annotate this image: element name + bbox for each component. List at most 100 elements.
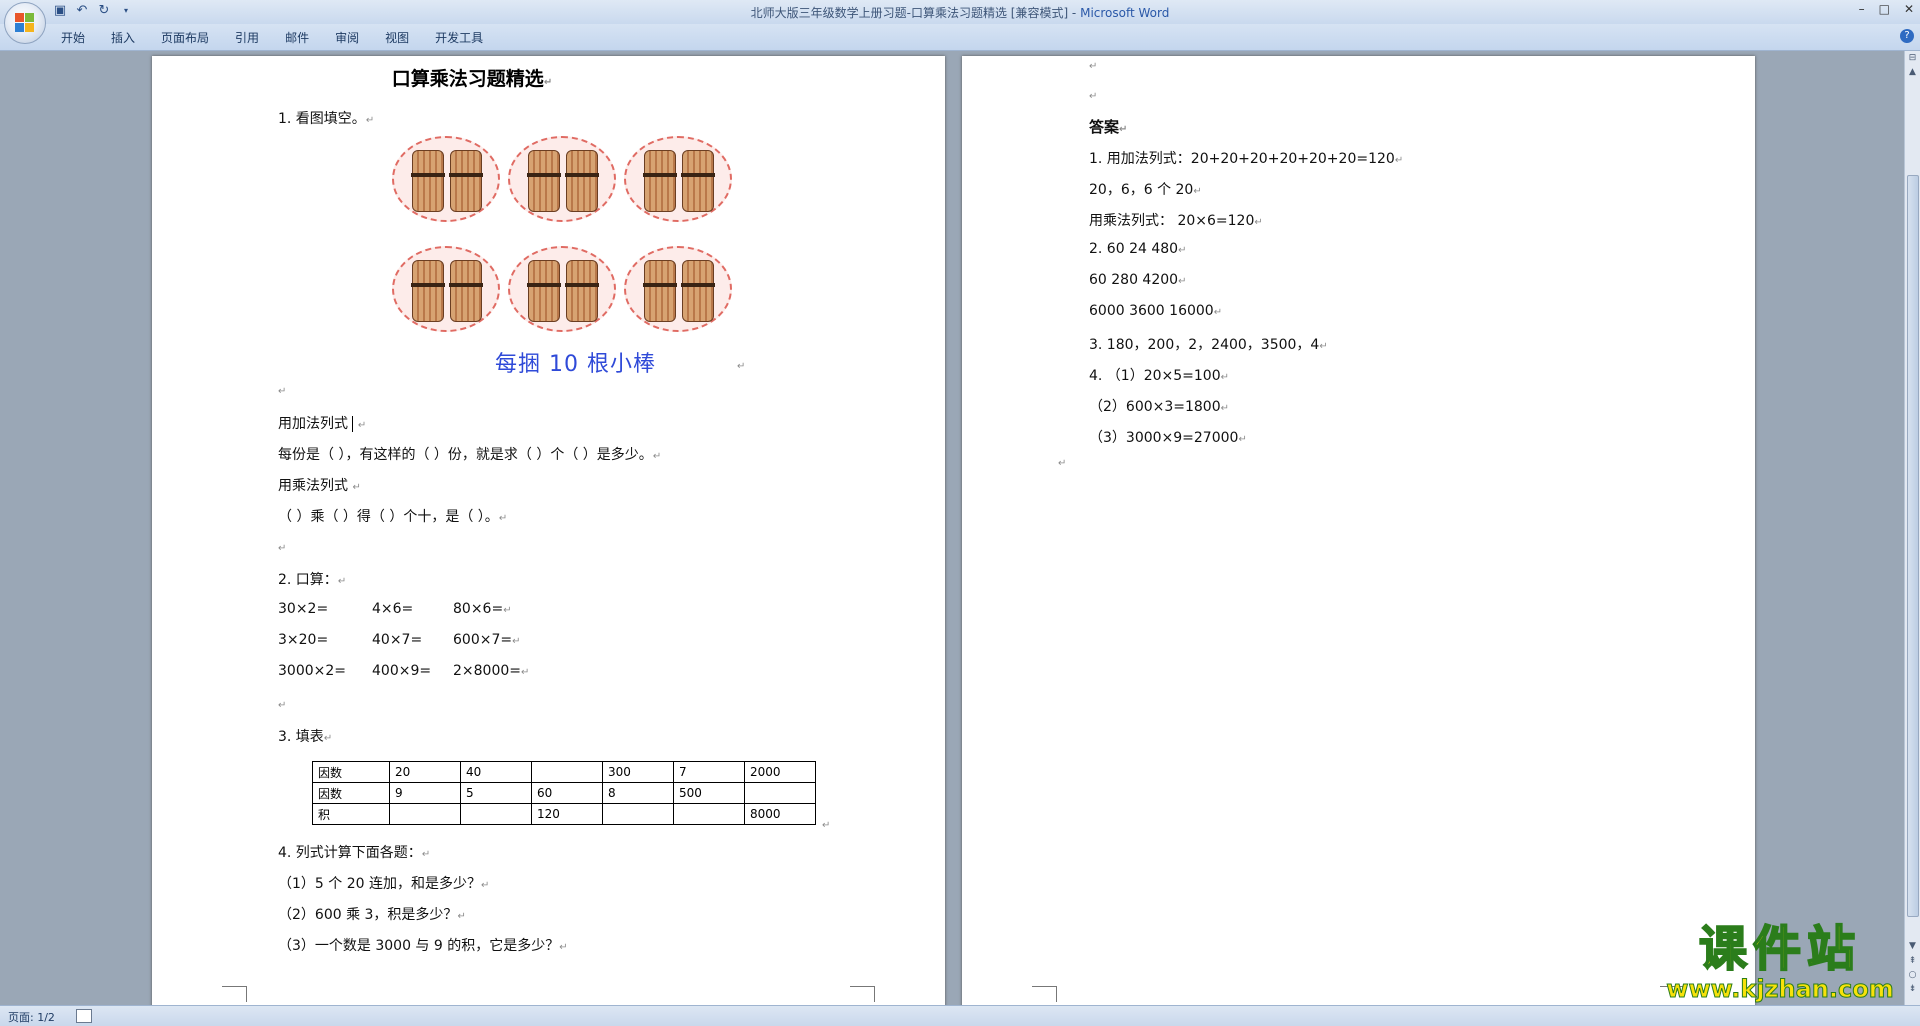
table-cell[interactable]: 40 [460, 761, 532, 783]
quick-access-toolbar: ▣ ↶ ↻ ▾ [52, 3, 134, 19]
fill-in-table: 因数 20 40 300 7 2000 因数 9 5 60 8 500 积 12… [312, 761, 816, 825]
previous-page-icon[interactable]: ⇞ [1905, 956, 1920, 970]
table-cell[interactable] [744, 782, 816, 804]
bundle-cell [508, 136, 616, 222]
bundle-cell [392, 246, 500, 332]
save-icon[interactable]: ▣ [52, 3, 68, 19]
tab-review[interactable]: 审阅 [322, 29, 372, 46]
table-cell[interactable] [389, 803, 461, 825]
tab-references[interactable]: 引用 [222, 29, 272, 46]
app-name: Microsoft Word [1080, 6, 1170, 20]
math-item: 40×7= [372, 632, 423, 648]
math-item: 2×8000=↵ [453, 663, 530, 679]
scroll-down-icon[interactable]: ▼ [1905, 941, 1920, 955]
tab-home[interactable]: 开始 [48, 29, 98, 46]
table-cell[interactable] [460, 803, 532, 825]
table-cell[interactable]: 60 [531, 782, 603, 804]
table-cell[interactable] [531, 761, 603, 783]
table-cell[interactable]: 7 [673, 761, 745, 783]
tab-mailings[interactable]: 邮件 [272, 29, 322, 46]
answer-line: （2）600×3=1800↵ [1089, 399, 1230, 415]
document-title: 北师大版三年级数学上册习题-口算乘法习题精选 [兼容模式] - [750, 6, 1081, 20]
picture-caption: 每捆 10 根小棒 [495, 352, 656, 377]
multiplication-description: （ ）乘（ ）得（ ）个十，是（ ）。↵ [278, 509, 508, 525]
tab-developer[interactable]: 开发工具 [422, 29, 496, 46]
office-logo-icon [15, 13, 35, 33]
question-4-item: （2）600 乘 3，积是多少？↵ [278, 907, 466, 923]
question-4-heading: 4. 列式计算下面各题：↵ [278, 845, 431, 861]
table-cell[interactable]: 8000 [744, 803, 816, 825]
title-bar: 北师大版三年级数学上册习题-口算乘法习题精选 [兼容模式] - Microsof… [0, 0, 1920, 24]
proofing-icon[interactable] [76, 1009, 92, 1023]
next-page-icon[interactable]: ⇟ [1905, 984, 1920, 998]
answer-title: 答案↵ [1089, 118, 1128, 136]
table-cell[interactable] [673, 803, 745, 825]
redo-icon[interactable]: ↻ [96, 3, 112, 19]
table-cell[interactable]: 因数 [312, 782, 390, 804]
answer-line: 1. 用加法列式：20+20+20+20+20+20=120↵ [1089, 151, 1404, 167]
bundle-cell [624, 246, 732, 332]
scroll-up-icon[interactable]: ▲ [1905, 67, 1920, 81]
question-3-heading: 3. 填表↵ [278, 729, 333, 745]
watermark-title: 课件站 [1698, 921, 1861, 977]
document-heading: 口算乘法习题精选↵ [391, 68, 553, 90]
each-share-prompt: 每份是（ ），有这样的（ ）份，就是求（ ）个（ ）是多少。↵ [278, 447, 662, 463]
table-cell[interactable]: 2000 [744, 761, 816, 783]
math-item: 3000×2= [278, 663, 346, 679]
site-watermark: 课件站 www.kjzhan.com [1660, 921, 1900, 1003]
math-item: 400×9= [372, 663, 432, 679]
scrollbar-thumb[interactable] [1907, 175, 1919, 917]
help-icon[interactable]: ? [1900, 29, 1914, 43]
margin-corner-mark [1056, 986, 1081, 1002]
ribbon-tabs: 开始 插入 页面布局 引用 邮件 审阅 视图 开发工具 ? [0, 24, 1920, 51]
table-cell[interactable]: 20 [389, 761, 461, 783]
page-2[interactable]: ↵ ↵ 答案↵ 1. 用加法列式：20+20+20+20+20+20=120↵ … [962, 56, 1755, 1005]
table-cell[interactable]: 500 [673, 782, 745, 804]
answer-line: 2. 60 24 480↵ [1089, 241, 1187, 257]
vertical-scrollbar[interactable]: ⊟ ▲ ▼ ⇞ ○ ⇟ [1904, 51, 1920, 1005]
math-item: 30×2= [278, 601, 329, 617]
table-cell[interactable]: 300 [602, 761, 674, 783]
watermark-url: www.kjzhan.com [1666, 975, 1894, 1003]
answer-line: （3）3000×9=27000↵ [1089, 430, 1247, 446]
table-cell[interactable]: 120 [531, 803, 603, 825]
addition-expression-prompt: 用加法列式 ↵ [278, 416, 367, 432]
customize-dropdown-icon[interactable]: ▾ [118, 3, 134, 19]
math-item: 3×20= [278, 632, 329, 648]
ruler-toggle-icon[interactable]: ⊟ [1905, 53, 1920, 67]
multiplication-expression-prompt: 用乘法列式 ↵ [278, 478, 361, 494]
math-item: 4×6= [372, 601, 414, 617]
maximize-button[interactable]: □ [1879, 2, 1890, 16]
margin-corner-mark [850, 986, 875, 1002]
question-4-item: （3）一个数是 3000 与 9 的积，它是多少？↵ [278, 938, 568, 954]
margin-corner-mark [1032, 986, 1056, 1003]
margin-corner-mark [246, 986, 271, 1002]
table-cell[interactable]: 8 [602, 782, 674, 804]
page-indicator[interactable]: 页面: 1/2 [8, 1009, 55, 1025]
tab-insert[interactable]: 插入 [98, 29, 148, 46]
bundle-cell [624, 136, 732, 222]
table-cell[interactable]: 5 [460, 782, 532, 804]
close-button[interactable]: ✕ [1904, 2, 1914, 16]
tab-view[interactable]: 视图 [372, 29, 422, 46]
question-4-item: （1）5 个 20 连加，和是多少？↵ [278, 876, 490, 892]
status-bar: 页面: 1/2 [0, 1005, 1920, 1026]
table-cell[interactable]: 因数 [312, 761, 390, 783]
page-1[interactable]: 口算乘法习题精选↵ 1. 看图填空。↵ 每捆 10 根小棒 ↵ ↵ 用加法列式 … [152, 56, 945, 1005]
tab-page-layout[interactable]: 页面布局 [148, 29, 222, 46]
minimize-button[interactable]: – [1859, 2, 1865, 16]
bundle-cell [392, 136, 500, 222]
table-cell[interactable] [602, 803, 674, 825]
table-row: 因数 9 5 60 8 500 [312, 782, 816, 804]
table-cell[interactable]: 积 [312, 803, 390, 825]
margin-corner-mark [222, 986, 246, 1003]
answer-line: 用乘法列式： 20×6=120↵ [1089, 213, 1263, 229]
office-button[interactable] [4, 2, 46, 44]
question-1-heading: 1. 看图填空。↵ [278, 111, 375, 127]
table-row: 因数 20 40 300 7 2000 [312, 761, 816, 783]
question-2-heading: 2. 口算：↵ [278, 572, 347, 588]
page-title: 口算乘法习题精选 [391, 68, 544, 90]
table-cell[interactable]: 9 [389, 782, 461, 804]
select-browse-object-icon[interactable]: ○ [1905, 970, 1920, 984]
undo-icon[interactable]: ↶ [74, 3, 90, 19]
